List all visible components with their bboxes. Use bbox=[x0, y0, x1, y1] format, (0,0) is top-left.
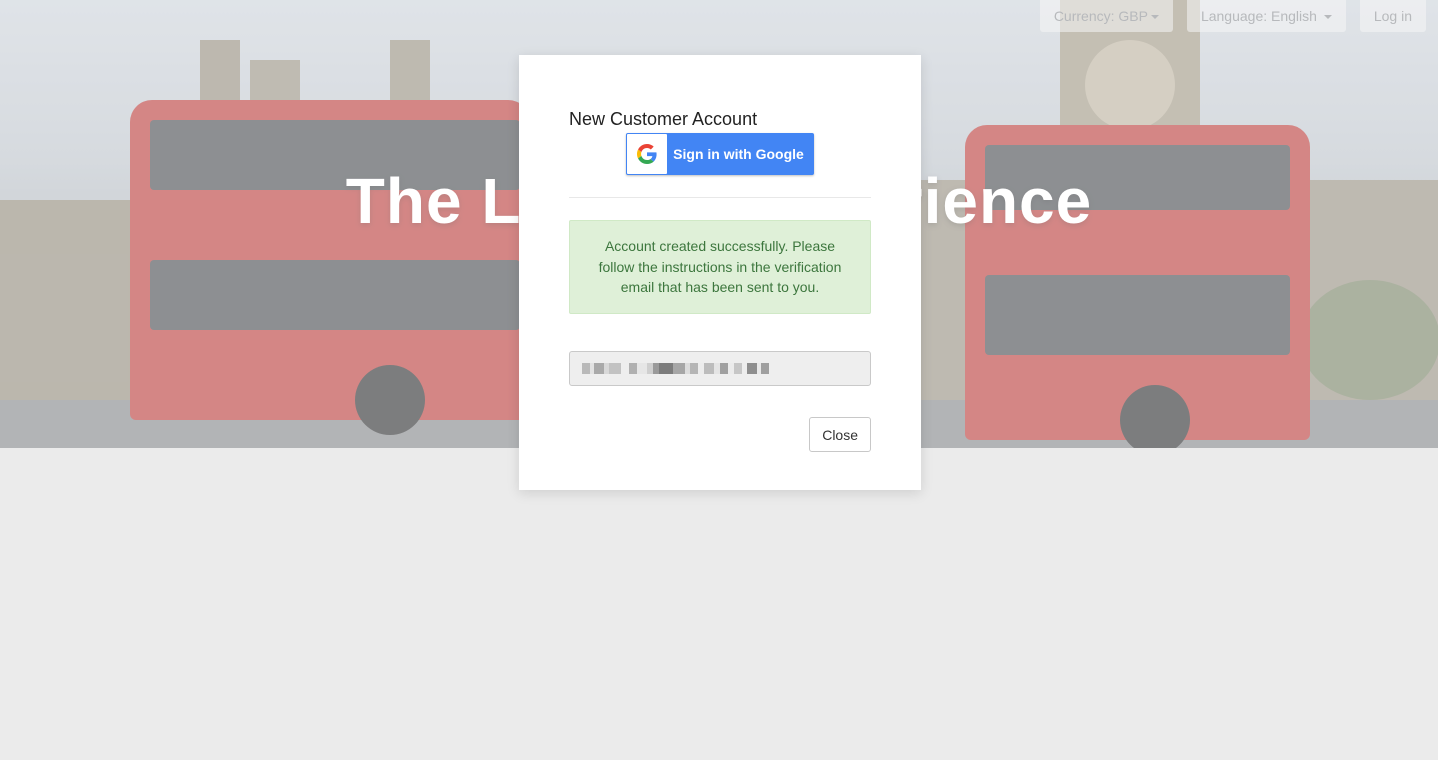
language-dropdown[interactable]: Language: English bbox=[1186, 0, 1346, 32]
google-sign-in-button[interactable]: Sign in with Google bbox=[626, 133, 814, 175]
redacted-email-value bbox=[582, 363, 769, 374]
language-label: Language: English bbox=[1200, 8, 1317, 24]
divider bbox=[569, 197, 871, 198]
currency-label: Currency: GBP bbox=[1053, 8, 1148, 24]
success-alert: Account created successfully. Please fol… bbox=[569, 220, 871, 314]
caret-down-icon bbox=[1150, 15, 1159, 20]
new-customer-account-modal: New Customer Account Sign in with Google… bbox=[519, 55, 921, 490]
email-field[interactable] bbox=[569, 351, 871, 386]
modal-title: New Customer Account bbox=[569, 109, 758, 129]
close-button[interactable]: Close bbox=[809, 417, 871, 452]
google-g-logo-icon bbox=[637, 144, 657, 164]
top-nav: Currency: GBP Language: English Log in bbox=[1039, 0, 1426, 32]
modal-footer: Close bbox=[569, 417, 871, 452]
google-sign-in-label: Sign in with Google bbox=[673, 146, 804, 162]
login-button[interactable]: Log in bbox=[1359, 0, 1426, 32]
caret-down-icon bbox=[1323, 15, 1332, 20]
currency-dropdown[interactable]: Currency: GBP bbox=[1039, 0, 1173, 32]
google-logo-container bbox=[627, 134, 667, 174]
